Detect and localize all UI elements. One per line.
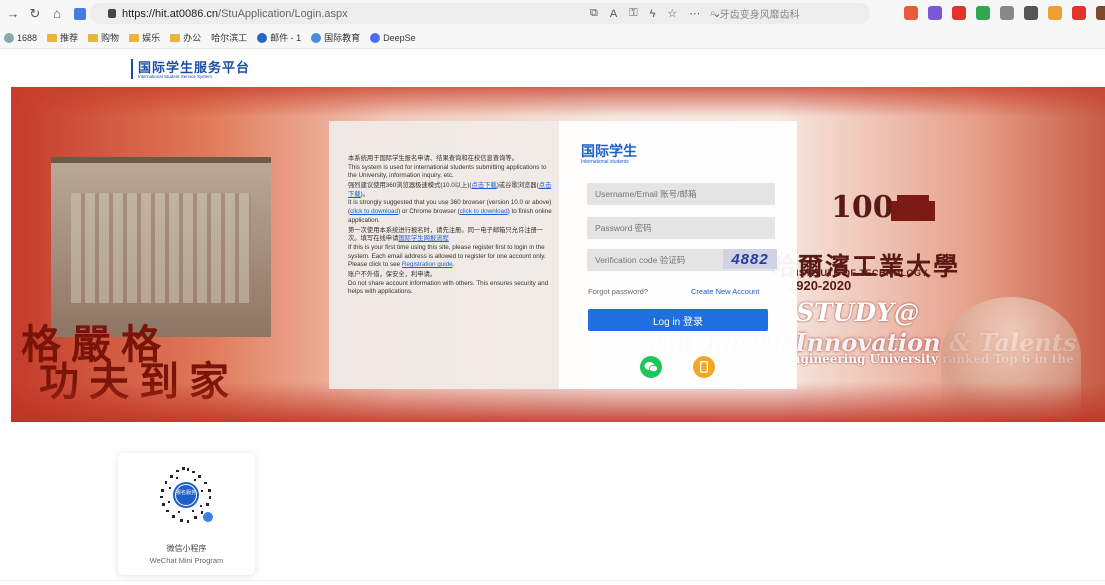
login-form: 国际学生 International students 4882 Forgot … bbox=[559, 121, 797, 389]
mobile-icon[interactable] bbox=[693, 356, 715, 378]
extension-icon[interactable] bbox=[1000, 6, 1014, 20]
bookmark-item[interactable]: 1688 bbox=[4, 32, 37, 43]
bookmark-folder[interactable]: 推荐 bbox=[47, 31, 78, 44]
wechat-miniprogram-card[interactable]: 报名服务 微信小程序 WeChat Mini Program bbox=[118, 453, 255, 575]
miniprogram-label-en: WeChat Mini Program bbox=[149, 556, 224, 565]
extension-icon[interactable] bbox=[1072, 6, 1086, 20]
address-search[interactable]: ⌕ 牙齿变身风靡齿科 bbox=[710, 6, 800, 21]
info-paragraph: 账户不外借，保安全，利申请。 Do not share account info… bbox=[348, 271, 549, 296]
login-subtitle: International students bbox=[581, 159, 629, 165]
mail-icon bbox=[257, 32, 268, 43]
translate-icon[interactable]: ⧉ bbox=[590, 7, 598, 20]
registration-guide-link-cn[interactable]: 国际学生网报流程 bbox=[398, 235, 448, 242]
globe-icon bbox=[311, 32, 322, 43]
bookmark-item[interactable]: 邮件 - 1 bbox=[257, 31, 301, 44]
refresh-icon[interactable]: ↻ bbox=[26, 5, 44, 23]
site-header: 国际学生服务平台 International Student Service S… bbox=[0, 49, 1105, 87]
home-icon[interactable]: ⌂ bbox=[48, 5, 66, 23]
extension-icon[interactable] bbox=[904, 6, 918, 20]
forgot-password-link[interactable]: Forgot password? bbox=[588, 287, 648, 296]
site-logo-subtitle: International Student Service System bbox=[138, 74, 213, 79]
key-icon[interactable]: ⚿ bbox=[629, 7, 637, 20]
extensions bbox=[904, 6, 1105, 20]
footer-divider bbox=[0, 580, 1105, 581]
folder-icon bbox=[170, 33, 181, 42]
registration-guide-link[interactable]: Registration guide bbox=[402, 261, 453, 268]
study-slogan: STUDY@ bbox=[796, 298, 919, 327]
anniversary-number: 100 bbox=[831, 190, 894, 225]
deepseek-icon bbox=[370, 32, 381, 43]
puzzle-icon[interactable] bbox=[1024, 6, 1038, 20]
browser-toolbar: → ↻ ⌂ https://hit.at0086.cn/StuApplicati… bbox=[0, 0, 1105, 27]
bookmarks-bar: 1688 推荐 购物 娱乐 办公 哈尔滨工 邮件 - 1 国际教育 DeepSe bbox=[0, 27, 1105, 49]
centennial-logo: 100 bbox=[831, 190, 935, 225]
url-host: https://hit.at0086.cn bbox=[122, 7, 219, 20]
extension-icon[interactable] bbox=[928, 6, 942, 20]
university-name-en: INSTITUTE OF TECHNOLOGY bbox=[789, 268, 928, 278]
bookmark-folder[interactable]: 购物 bbox=[88, 31, 119, 44]
qr-center-label: 报名服务 bbox=[176, 489, 196, 496]
bookmark-item[interactable]: 国际教育 bbox=[311, 31, 360, 44]
extension-icon[interactable] bbox=[1096, 6, 1105, 20]
wechat-icon[interactable] bbox=[640, 356, 662, 378]
folder-icon bbox=[47, 33, 58, 42]
login-panel: 本系统用于国际学生报名申请、结果查询和在校信息查询等。 This system … bbox=[329, 121, 797, 389]
folder-icon bbox=[129, 33, 140, 42]
phone-glyph bbox=[700, 361, 708, 373]
extension-icon[interactable] bbox=[952, 6, 966, 20]
search-icon: ⌕ bbox=[710, 8, 716, 19]
address-bar[interactable]: https://hit.at0086.cn/StuApplication/Log… bbox=[90, 3, 870, 24]
more-icon[interactable]: ⋯ bbox=[689, 7, 700, 20]
bookmark-icon bbox=[4, 32, 14, 43]
folder-icon bbox=[88, 33, 99, 42]
create-account-link[interactable]: Create New Account bbox=[691, 287, 759, 296]
download-chrome-link[interactable]: click to download bbox=[460, 208, 508, 215]
lock-icon bbox=[108, 9, 116, 18]
university-years: 1920-2020 bbox=[789, 278, 852, 293]
address-bar-actions: ⧉ A ⚿ ϟ ☆ ⋯ ⌄ bbox=[590, 7, 722, 20]
forward-icon[interactable]: → bbox=[4, 5, 22, 23]
read-aloud-icon[interactable]: A bbox=[610, 8, 617, 20]
password-input[interactable] bbox=[587, 217, 775, 239]
search-suggestion: 牙齿变身风靡齿科 bbox=[719, 10, 800, 21]
bookmark-folder[interactable]: 娱乐 bbox=[129, 31, 160, 44]
login-title: 国际学生 bbox=[581, 143, 637, 159]
captcha-image[interactable]: 4882 bbox=[723, 249, 777, 269]
tab-icon[interactable] bbox=[74, 7, 86, 20]
banner-top-shade bbox=[11, 87, 1105, 117]
extension-icon[interactable] bbox=[976, 6, 990, 20]
miniprogram-label-cn: 微信小程序 bbox=[166, 544, 207, 553]
username-input[interactable] bbox=[587, 183, 775, 205]
bookmark-folder[interactable]: 办公 bbox=[170, 31, 201, 44]
star-icon[interactable]: ☆ bbox=[667, 7, 677, 20]
download-360-link-cn[interactable]: 点击下载 bbox=[472, 182, 497, 189]
bookmark-item[interactable]: 哈尔滨工 bbox=[211, 31, 247, 44]
info-text: 本系统用于国际学生报名申请、结果查询和在校信息查询等。 This system … bbox=[348, 155, 553, 299]
info-paragraph: 第一次使用本系统进行报名时，请先注册。同一电子邮箱只允许注册一次。填写在线申请国… bbox=[348, 226, 546, 269]
building-image bbox=[51, 157, 271, 337]
info-panel: 本系统用于国际学生报名申请、结果查询和在校信息查询等。 This system … bbox=[329, 121, 559, 389]
info-paragraph: 本系统用于国际学生报名申请、结果查询和在校信息查询等。 This system … bbox=[348, 155, 547, 180]
info-paragraph: 强烈建议使用360浏览器极速模式(10.0以上)(点击下载)或谷歌浏览器(点击下… bbox=[348, 182, 552, 224]
download-360-link[interactable]: click to download bbox=[350, 208, 398, 215]
lightning-icon[interactable]: ϟ bbox=[650, 8, 656, 20]
brand-divider bbox=[131, 59, 133, 79]
qr-code-image: 报名服务 bbox=[160, 467, 213, 523]
bookmark-item[interactable]: DeepSe bbox=[370, 32, 416, 43]
url-path: /StuApplication/Login.aspx bbox=[218, 7, 348, 20]
login-button[interactable]: Log in 登录 bbox=[588, 309, 768, 331]
extension-icon[interactable] bbox=[1048, 6, 1062, 20]
wechat-glyph bbox=[644, 362, 658, 373]
